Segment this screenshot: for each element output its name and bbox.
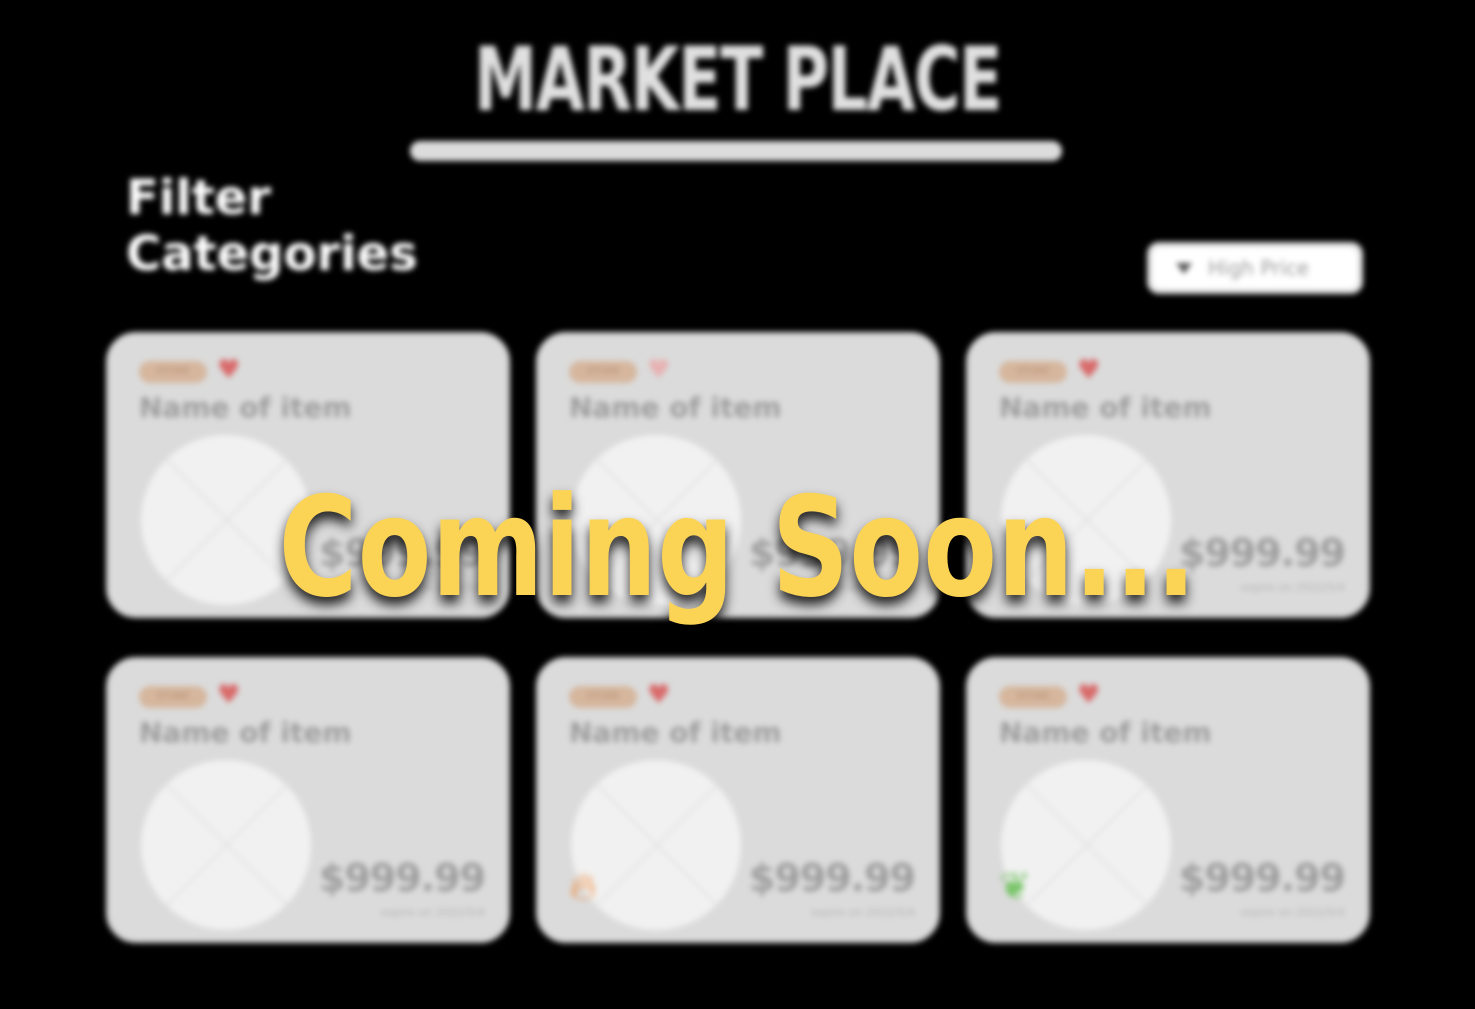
filter-label-line1: Filter <box>126 170 271 226</box>
item-expiry: expire on 2022/5/4 <box>810 906 915 919</box>
item-card[interactable]: STORE ♥ Name of item ❦ $999.99 expire on… <box>966 657 1370 943</box>
store-badge: STORE <box>569 361 637 383</box>
heart-icon[interactable]: ♥ <box>647 682 670 708</box>
heart-icon[interactable]: ♥ <box>217 682 240 708</box>
item-price: $999.99 <box>1178 856 1346 900</box>
item-card[interactable]: STORE ♥ Name of item 🔥︎ $999.99 expire o… <box>536 657 940 943</box>
store-badge: STORE <box>139 686 207 708</box>
sort-selected-value: High Price <box>1208 256 1310 280</box>
fire-icon: 🔥︎ <box>569 864 597 908</box>
item-name: Name of item <box>139 716 352 749</box>
item-image-placeholder <box>141 760 311 930</box>
item-expiry: expire on 2022/5/4 <box>1240 906 1345 919</box>
item-name: Name of item <box>569 391 782 424</box>
item-name: Name of item <box>999 716 1212 749</box>
title-underline <box>410 141 1062 161</box>
item-name: Name of item <box>139 391 352 424</box>
heart-icon[interactable]: ♥ <box>217 357 240 383</box>
store-badge: STORE <box>569 686 637 708</box>
marketplace-page: MARKET PLACE Filter Categories High Pric… <box>0 0 1475 1009</box>
store-badge: STORE <box>999 686 1067 708</box>
heart-icon[interactable]: ♥ <box>1077 682 1100 708</box>
sort-dropdown[interactable]: High Price <box>1147 242 1363 294</box>
coming-soon-overlay: Coming Soon... <box>278 467 1197 628</box>
item-price: $999.99 <box>748 856 916 900</box>
heart-icon[interactable]: ♥ <box>1077 357 1100 383</box>
page-title: MARKET PLACE <box>474 28 1002 131</box>
item-expiry: expire on 2022/5/4 <box>380 906 485 919</box>
item-name: Name of item <box>569 716 782 749</box>
store-badge: STORE <box>999 361 1067 383</box>
item-name: Name of item <box>999 391 1212 424</box>
filter-categories-label[interactable]: Filter Categories <box>126 170 418 282</box>
caret-down-icon <box>1176 262 1192 274</box>
item-card[interactable]: STORE ♥ Name of item $999.99 expire on 2… <box>106 657 510 943</box>
heart-outline-icon[interactable]: ♥ <box>647 357 670 383</box>
filter-label-line2: Categories <box>126 226 418 282</box>
store-badge: STORE <box>139 361 207 383</box>
sprout-icon: ❦ <box>999 864 1031 908</box>
item-price: $999.99 <box>318 856 486 900</box>
